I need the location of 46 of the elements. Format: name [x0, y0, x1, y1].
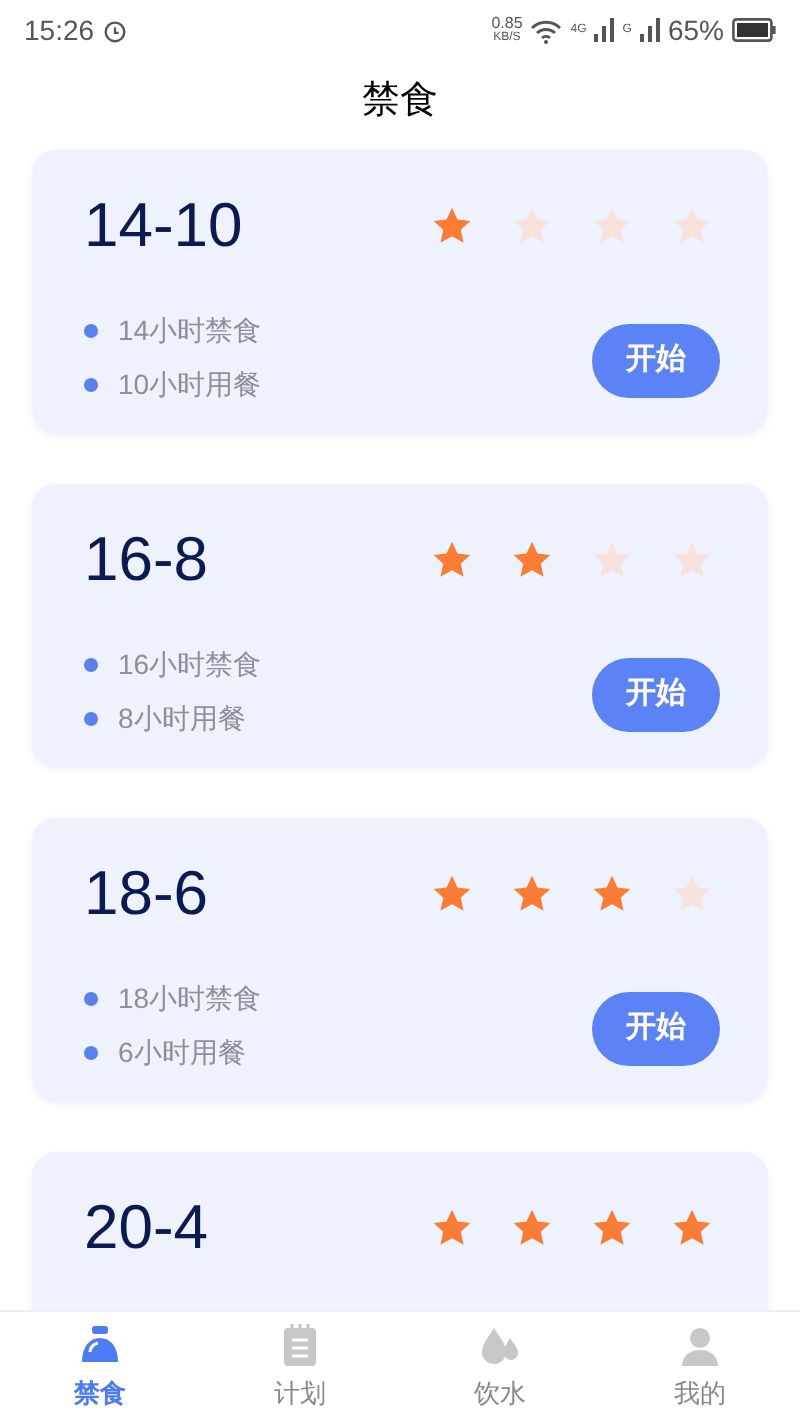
- start-button[interactable]: 开始: [592, 992, 720, 1066]
- star-icon: [590, 1205, 634, 1249]
- tab-item[interactable]: 禁食: [0, 1312, 200, 1422]
- start-button[interactable]: 开始: [592, 658, 720, 732]
- star-icon: [510, 537, 554, 581]
- wifi-icon: [530, 17, 563, 43]
- plan-detail: 6小时用餐: [118, 1034, 246, 1072]
- star-icon: [430, 537, 474, 581]
- star-icon: [510, 203, 554, 247]
- battery-level: 65%: [667, 11, 724, 49]
- plan-detail: 14小时禁食: [118, 312, 262, 350]
- star-icon: [430, 1205, 474, 1249]
- signal-icon: [594, 18, 615, 42]
- star-icon: [670, 537, 714, 581]
- plan-name: 18-6: [84, 862, 209, 924]
- star-icon: [510, 871, 554, 915]
- star-icon: [670, 871, 714, 915]
- plan-detail: 16小时禁食: [118, 646, 262, 684]
- alarm-icon: [102, 17, 129, 43]
- plan-detail: 10小时用餐: [118, 366, 262, 404]
- star-icon: [430, 203, 474, 247]
- plan-card[interactable]: 18-6 18小时禁食 6小时用餐 开始: [32, 818, 768, 1102]
- plan-card[interactable]: 20-4: [32, 1152, 768, 1310]
- star-icon: [590, 203, 634, 247]
- network-speed: 0.85: [491, 16, 523, 32]
- start-button[interactable]: 开始: [592, 324, 720, 398]
- plan-detail: 18小时禁食: [118, 980, 262, 1018]
- star-icon: [590, 537, 634, 581]
- plan-name: 20-4: [84, 1196, 209, 1258]
- star-icon: [430, 871, 474, 915]
- tab-item[interactable]: 饮水: [400, 1312, 600, 1422]
- tab-item[interactable]: 我的: [600, 1312, 800, 1422]
- status-time: 15:26: [24, 11, 95, 49]
- plan-name: 14-10: [84, 194, 243, 256]
- plan-name: 16-8: [84, 528, 209, 590]
- star-icon: [510, 1205, 554, 1249]
- plan-card[interactable]: 16-8 16小时禁食 8小时用餐 开始: [32, 484, 768, 768]
- plan-card[interactable]: 14-10 14小时禁食 10小时用餐 开始: [32, 150, 768, 434]
- star-icon: [670, 1205, 714, 1249]
- signal-icon: [639, 18, 660, 42]
- star-icon: [590, 871, 634, 915]
- plan-detail: 8小时用餐: [118, 700, 246, 738]
- battery-icon: [732, 18, 776, 42]
- star-icon: [670, 203, 714, 247]
- page-title: 禁食: [362, 77, 438, 126]
- tab-item[interactable]: 计划: [200, 1312, 400, 1422]
